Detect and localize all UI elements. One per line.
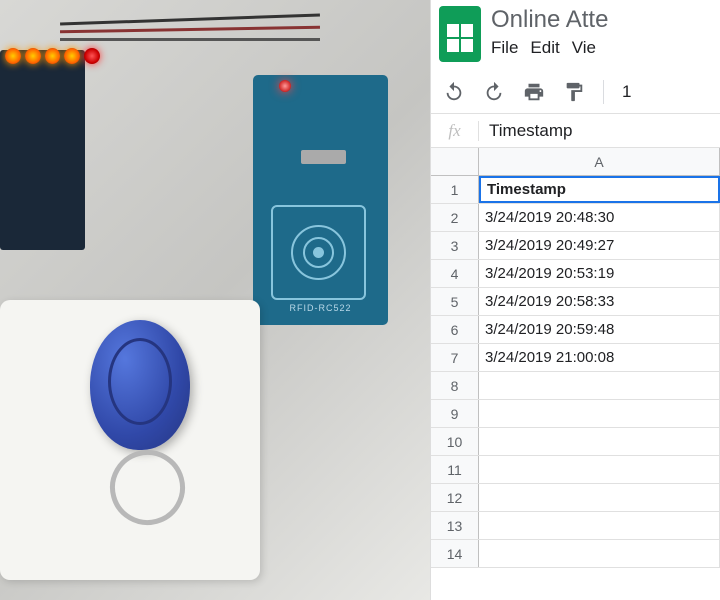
separator bbox=[603, 80, 604, 104]
row-header[interactable]: 11 bbox=[431, 456, 479, 483]
row-header[interactable]: 7 bbox=[431, 344, 479, 371]
table-row: 9 bbox=[431, 400, 720, 428]
cell[interactable] bbox=[479, 540, 720, 567]
table-row: 1Timestamp bbox=[431, 176, 720, 204]
row-header[interactable]: 8 bbox=[431, 372, 479, 399]
cell[interactable]: 3/24/2019 20:59:48 bbox=[479, 316, 720, 343]
table-row: 12 bbox=[431, 484, 720, 512]
table-row: 14 bbox=[431, 540, 720, 568]
print-icon[interactable] bbox=[523, 81, 545, 103]
arduino-board bbox=[0, 50, 85, 250]
document-title[interactable]: Online Atte bbox=[491, 6, 712, 34]
select-all-corner[interactable] bbox=[431, 148, 479, 175]
arduino-leds bbox=[0, 48, 100, 73]
rfid-keyfob bbox=[90, 320, 190, 450]
row-header[interactable]: 6 bbox=[431, 316, 479, 343]
rfid-reader: RFID-RC522 bbox=[253, 75, 388, 325]
formula-bar: fx bbox=[431, 114, 720, 148]
cell[interactable]: 3/24/2019 20:49:27 bbox=[479, 232, 720, 259]
cell[interactable]: 3/24/2019 21:00:08 bbox=[479, 344, 720, 371]
row-header[interactable]: 2 bbox=[431, 204, 479, 231]
fx-icon[interactable]: fx bbox=[431, 121, 479, 141]
paint-format-icon[interactable] bbox=[563, 81, 585, 103]
menu-edit[interactable]: Edit bbox=[530, 38, 559, 58]
redo-icon[interactable] bbox=[483, 81, 505, 103]
cell[interactable]: 3/24/2019 20:58:33 bbox=[479, 288, 720, 315]
cell[interactable] bbox=[479, 372, 720, 399]
google-sheets-icon[interactable] bbox=[439, 6, 481, 62]
table-row: 8 bbox=[431, 372, 720, 400]
table-row: 63/24/2019 20:59:48 bbox=[431, 316, 720, 344]
cell[interactable] bbox=[479, 400, 720, 427]
cell[interactable]: Timestamp bbox=[479, 176, 720, 203]
formula-input[interactable] bbox=[479, 121, 720, 141]
table-row: 53/24/2019 20:58:33 bbox=[431, 288, 720, 316]
cell[interactable] bbox=[479, 456, 720, 483]
table-row: 33/24/2019 20:49:27 bbox=[431, 232, 720, 260]
cell[interactable]: 3/24/2019 20:53:19 bbox=[479, 260, 720, 287]
table-row: 43/24/2019 20:53:19 bbox=[431, 260, 720, 288]
table-row: 13 bbox=[431, 512, 720, 540]
row-header[interactable]: 1 bbox=[431, 176, 479, 203]
sheets-header: Online Atte File Edit Vie bbox=[431, 0, 720, 62]
rfid-pins bbox=[301, 150, 346, 164]
hardware-photo: RFID-RC522 bbox=[0, 0, 430, 600]
zoom-level[interactable]: 1 bbox=[622, 82, 631, 102]
undo-icon[interactable] bbox=[443, 81, 465, 103]
table-row: 10 bbox=[431, 428, 720, 456]
table-row: 23/24/2019 20:48:30 bbox=[431, 204, 720, 232]
table-row: 11 bbox=[431, 456, 720, 484]
toolbar: 1 bbox=[431, 70, 720, 114]
rfid-label: RFID-RC522 bbox=[289, 303, 351, 313]
row-header[interactable]: 10 bbox=[431, 428, 479, 455]
cell[interactable] bbox=[479, 484, 720, 511]
table-row: 73/24/2019 21:00:08 bbox=[431, 344, 720, 372]
cell[interactable] bbox=[479, 512, 720, 539]
row-header[interactable]: 3 bbox=[431, 232, 479, 259]
rfid-antenna-icon bbox=[271, 205, 366, 300]
cell[interactable]: 3/24/2019 20:48:30 bbox=[479, 204, 720, 231]
row-header[interactable]: 14 bbox=[431, 540, 479, 567]
row-header[interactable]: 5 bbox=[431, 288, 479, 315]
row-header[interactable]: 12 bbox=[431, 484, 479, 511]
cell[interactable] bbox=[479, 428, 720, 455]
wire bbox=[60, 26, 320, 34]
menubar: File Edit Vie bbox=[491, 38, 712, 58]
menu-file[interactable]: File bbox=[491, 38, 518, 58]
spreadsheet-grid[interactable]: A 1Timestamp23/24/2019 20:48:3033/24/201… bbox=[431, 148, 720, 568]
rfid-led-icon bbox=[279, 80, 291, 92]
menu-view[interactable]: Vie bbox=[572, 38, 596, 58]
row-header[interactable]: 4 bbox=[431, 260, 479, 287]
spreadsheet-panel: Online Atte File Edit Vie 1 fx A 1Timest… bbox=[430, 0, 720, 600]
wire bbox=[60, 13, 320, 25]
row-header[interactable]: 13 bbox=[431, 512, 479, 539]
col-header-a[interactable]: A bbox=[479, 148, 720, 175]
wire bbox=[60, 38, 320, 41]
column-headers: A bbox=[431, 148, 720, 176]
row-header[interactable]: 9 bbox=[431, 400, 479, 427]
